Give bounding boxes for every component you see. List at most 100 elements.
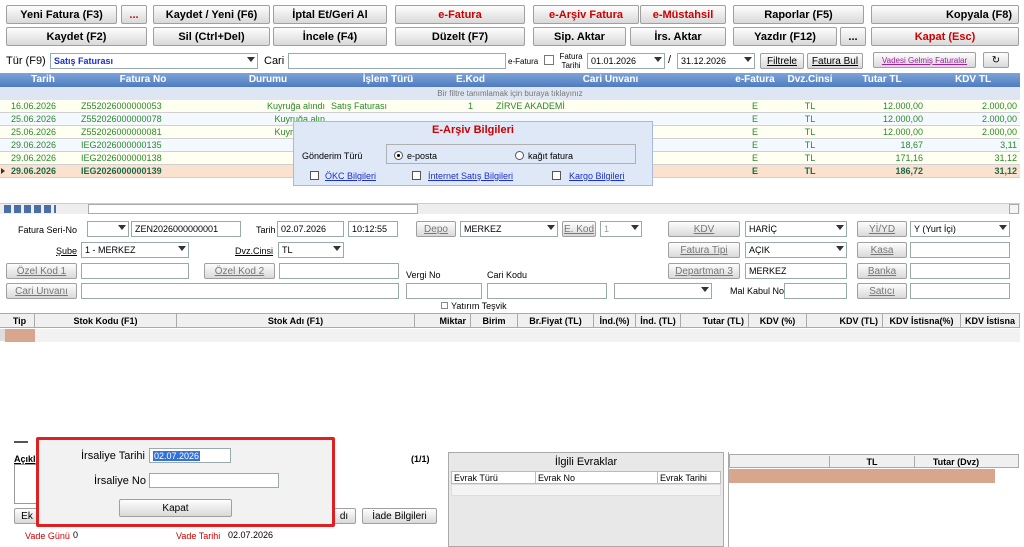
kasa-input[interactable] [910, 242, 1010, 258]
departman-button[interactable]: Departman 3 [668, 263, 740, 279]
scroll-right-icon[interactable] [1009, 204, 1019, 214]
okc-checkbox[interactable] [310, 171, 319, 180]
items-col-istisna[interactable]: KDV İstisna [961, 314, 1020, 328]
nav-icons[interactable] [4, 205, 56, 213]
date-from-input[interactable]: 01.01.2026 [587, 53, 665, 69]
seri-no-input[interactable]: ZEN2026000000001 [131, 221, 241, 237]
irsaliye-no-input[interactable] [149, 473, 279, 488]
vadesi-gelmis-button[interactable]: Vadesi Gelmiş Faturalar [873, 52, 976, 68]
internet-link[interactable]: İnternet Satış Bilgileri [428, 171, 513, 181]
kargo-checkbox[interactable] [552, 171, 561, 180]
yiyd-select[interactable]: Y (Yurt İçi) [910, 221, 1010, 237]
seri-select[interactable] [87, 221, 129, 237]
kargo-link[interactable]: Kargo Bilgileri [569, 171, 625, 181]
ozel-kod-2-input[interactable] [279, 263, 399, 279]
depo-select[interactable]: MERKEZ [460, 221, 558, 237]
yazdir-button[interactable]: Yazdır (F12) [733, 27, 837, 46]
horizontal-scrollbar[interactable] [88, 204, 418, 214]
col-islem-turu[interactable]: İşlem Türü [328, 73, 448, 87]
kdv-select[interactable]: HARİÇ [745, 221, 847, 237]
kapat-button[interactable]: Kapat (Esc) [871, 27, 1019, 46]
evrak-row[interactable] [451, 484, 721, 496]
items-col-miktar[interactable]: Miktar [415, 314, 471, 328]
col-efatura[interactable]: e-Fatura [728, 73, 782, 87]
incele-button[interactable]: İncele (F4) [273, 27, 387, 46]
iade-bilgileri-button[interactable]: İade Bilgileri [362, 508, 437, 524]
tl-col-tl[interactable]: TL [830, 456, 915, 468]
kaydet-button[interactable]: Kaydet (F2) [6, 27, 147, 46]
kopyala-button[interactable]: Kopyala (F8) [871, 5, 1019, 24]
items-col-ind-tl[interactable]: İnd. (TL) [636, 314, 681, 328]
items-col-stok-kodu[interactable]: Stok Kodu (F1) [35, 314, 177, 328]
evrak-col-tur[interactable]: Evrak Türü [454, 472, 536, 484]
invoice-row[interactable]: 16.06.2026 Z552026000000053 Kuyruğa alındı… [0, 100, 1020, 113]
vade-tarihi-input[interactable]: 02.07.2026 [225, 528, 325, 544]
col-tutar[interactable]: Tutar TL [838, 73, 926, 87]
filter-hint-row[interactable]: Bir filtre tanımlamak için buraya tıklay… [0, 87, 1020, 100]
items-col-stok-adi[interactable]: Stok Adı (F1) [177, 314, 415, 328]
eposta-radio[interactable] [394, 151, 403, 160]
more-button[interactable]: ... [121, 5, 147, 24]
evrak-col-no[interactable]: Evrak No [538, 472, 658, 484]
cari-kodu-input[interactable] [487, 283, 607, 299]
col-durumu[interactable]: Durumu [208, 73, 328, 87]
tur-select[interactable]: Satış Faturası [50, 53, 258, 69]
satici-input[interactable] [910, 283, 1010, 299]
kdv-button[interactable]: KDV [668, 221, 740, 237]
filtrele-button[interactable]: Filtrele [760, 53, 804, 69]
ozel-kod-1-input[interactable] [81, 263, 189, 279]
items-col-istisna-yuzde[interactable]: KDV İstisna(%) [883, 314, 961, 328]
refresh-icon[interactable]: ↻ [983, 52, 1009, 68]
fatura-tipi-button[interactable]: Fatura Tipi [668, 242, 740, 258]
date-to-input[interactable]: 31.12.2026 [677, 53, 755, 69]
items-col-kdv-yuzde[interactable]: KDV (%) [749, 314, 807, 328]
fatura-bul-button[interactable]: Fatura Bul [807, 53, 863, 69]
internet-checkbox[interactable] [412, 171, 421, 180]
evrak-col-tarih[interactable]: Evrak Tarihi [660, 472, 720, 484]
yiyd-button[interactable]: Yİ/YD [857, 221, 907, 237]
items-col-tip[interactable]: Tip [5, 314, 35, 328]
vade-gunu-input[interactable]: 0 [70, 528, 160, 544]
irsaliye-kapat-button[interactable]: Kapat [119, 499, 232, 517]
yatirim-checkbox[interactable] [441, 302, 448, 309]
e-arsiv-button[interactable]: e-Arşiv Fatura [533, 5, 639, 24]
sil-button[interactable]: Sil (Ctrl+Del) [153, 27, 270, 46]
tarih-input[interactable]: 02.07.2026 [277, 221, 344, 237]
sube-select[interactable]: 1 - MERKEZ [81, 242, 189, 258]
ekod-select[interactable]: 1 [600, 221, 642, 237]
kaydet-yeni-button[interactable]: Kaydet / Yeni (F6) [153, 5, 270, 24]
kasa-button[interactable]: Kasa [857, 242, 907, 258]
tl-col-tutar-dvz[interactable]: Tutar (Dvz) [916, 456, 996, 468]
ozel-kod-1-button[interactable]: Özel Kod 1 [6, 263, 77, 279]
sip-aktar-button[interactable]: Sip. Aktar [533, 27, 626, 46]
col-dvz[interactable]: Dvz.Cinsi [782, 73, 838, 87]
items-col-birim[interactable]: Birim [471, 314, 518, 328]
cari-unvani-button[interactable]: Cari Unvanı [6, 283, 77, 299]
cari-input[interactable] [288, 53, 506, 69]
irsaliye-tarihi-input[interactable]: 02.07.2026 [149, 448, 231, 463]
banka-button[interactable]: Banka [857, 263, 907, 279]
e-mustahsil-button[interactable]: e-Müstahsil [640, 5, 726, 24]
mal-kabul-input[interactable] [784, 283, 847, 299]
col-ekod[interactable]: E.Kod [448, 73, 493, 87]
yeni-fatura-button[interactable]: Yeni Fatura (F3) [6, 5, 117, 24]
saat-input[interactable]: 10:12:55 [348, 221, 398, 237]
fatura-tipi-select[interactable]: AÇIK [745, 242, 847, 258]
cari-extra-select[interactable] [614, 283, 712, 299]
ozel-kod-2-button[interactable]: Özel Kod 2 [204, 263, 275, 279]
col-cari-unvani[interactable]: Cari Unvanı [493, 73, 728, 87]
depo-button[interactable]: Depo [416, 221, 456, 237]
items-col-ind-yuzde[interactable]: İnd.(%) [594, 314, 636, 328]
vergi-no-input[interactable] [406, 283, 482, 299]
di-button[interactable]: dı [332, 508, 356, 524]
fatura-tarihi-checkbox[interactable] [544, 55, 554, 65]
iptal-button[interactable]: İptal Et/Geri Al [273, 5, 387, 24]
irs-aktar-button[interactable]: İrs. Aktar [630, 27, 726, 46]
items-new-row[interactable] [5, 329, 1020, 342]
duzelt-button[interactable]: Düzelt (F7) [395, 27, 525, 46]
col-kdv[interactable]: KDV TL [926, 73, 1020, 87]
col-tarih[interactable]: Tarih [8, 73, 78, 87]
satici-button[interactable]: Satıcı [857, 283, 907, 299]
banka-input[interactable] [910, 263, 1010, 279]
more-button-2[interactable]: ... [840, 27, 866, 46]
